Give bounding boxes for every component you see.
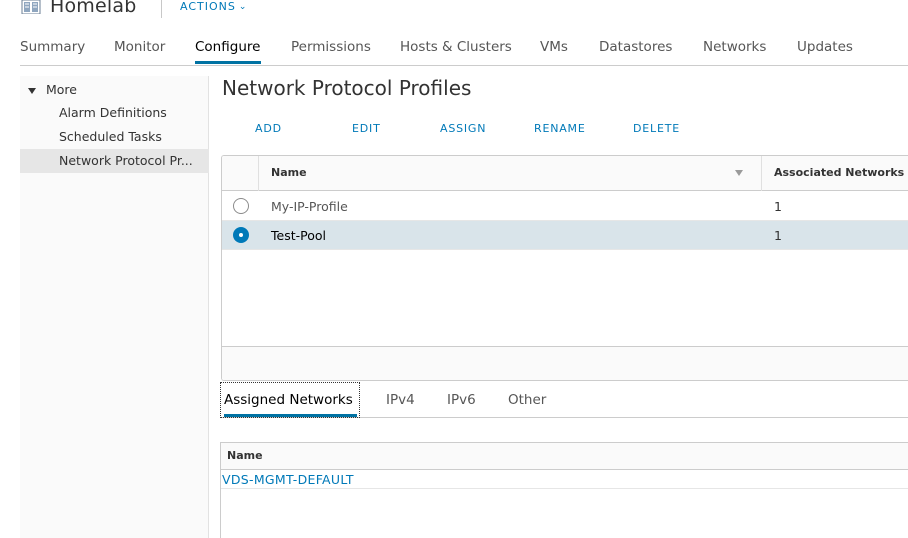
profiles-datagrid: Name Associated Networks Cou My-IP-Profi…	[221, 155, 908, 381]
tab-updates[interactable]: Updates	[797, 39, 853, 55]
associated-networks-count: 1	[774, 228, 782, 243]
column-header-label: Name	[271, 166, 307, 179]
assign-button[interactable]: ASSIGN	[440, 122, 486, 135]
grid-header: Name Associated Networks Cou	[222, 156, 908, 191]
tab-vms[interactable]: VMs	[540, 39, 568, 55]
column-header-name[interactable]: Name	[259, 156, 762, 191]
grid-header: Name	[221, 443, 908, 470]
sidebar-item-scheduled-tasks[interactable]: Scheduled Tasks	[20, 125, 209, 149]
header-divider	[161, 0, 162, 18]
sidebar-group-label: More	[46, 82, 77, 97]
actions-menu-button[interactable]: ACTIONS ⌄	[180, 0, 247, 13]
tab-summary[interactable]: Summary	[20, 39, 85, 55]
table-row[interactable]: My-IP-Profile 1	[222, 192, 908, 221]
column-header-label: Associated Networks Cou	[774, 166, 908, 179]
grid-toolbar: ADD EDIT ASSIGN RENAME DELETE	[222, 120, 722, 138]
sidebar-item-label: Network Protocol Pr...	[59, 153, 193, 168]
tab-permissions[interactable]: Permissions	[291, 39, 371, 55]
tab-assigned-networks[interactable]: Assigned Networks	[224, 392, 353, 408]
tab-other[interactable]: Other	[508, 392, 546, 408]
actions-label: ACTIONS	[180, 0, 236, 13]
tab-monitor[interactable]: Monitor	[114, 39, 165, 55]
network-link[interactable]: VDS-MGMT-DEFAULT	[222, 472, 354, 487]
sidebar-item-label: Scheduled Tasks	[59, 129, 162, 144]
filter-icon[interactable]	[735, 170, 743, 176]
sidebar-group-more[interactable]: More	[20, 80, 209, 100]
delete-button[interactable]: DELETE	[633, 122, 680, 135]
tab-configure[interactable]: Configure	[195, 39, 260, 55]
grid-footer	[222, 346, 908, 380]
active-tab-indicator	[224, 414, 357, 417]
object-header: Homelab ACTIONS ⌄	[0, 0, 908, 22]
chevron-down-icon: ⌄	[238, 2, 248, 12]
tab-hosts-clusters[interactable]: Hosts & Clusters	[400, 39, 512, 55]
sidebar-item-alarm-definitions[interactable]: Alarm Definitions	[20, 101, 209, 125]
caret-down-icon	[28, 88, 36, 94]
edit-button[interactable]: EDIT	[352, 122, 381, 135]
sidebar-item-label: Alarm Definitions	[59, 105, 167, 120]
rename-button[interactable]: RENAME	[534, 122, 586, 135]
configure-sidebar: More Alarm Definitions Scheduled Tasks N…	[20, 76, 209, 538]
detail-tabs: Assigned Networks IPv4 IPv6 Other	[220, 382, 908, 418]
row-radio-button[interactable]	[233, 227, 249, 243]
column-header-name[interactable]: Name	[227, 449, 263, 462]
object-tabs: Summary Monitor Configure Permissions Ho…	[20, 38, 908, 66]
tab-networks[interactable]: Networks	[703, 39, 766, 55]
tab-datastores[interactable]: Datastores	[599, 39, 672, 55]
select-column-header	[222, 156, 259, 191]
profile-name: My-IP-Profile	[271, 199, 348, 214]
table-row: VDS-MGMT-DEFAULT	[221, 470, 908, 489]
assigned-networks-grid: Name VDS-MGMT-DEFAULT	[220, 442, 908, 538]
profile-name: Test-Pool	[271, 228, 326, 243]
tab-ipv4[interactable]: IPv4	[386, 392, 415, 408]
sidebar-item-network-protocol-profiles[interactable]: Network Protocol Pr...	[20, 149, 209, 173]
table-row[interactable]: Test-Pool 1	[222, 221, 908, 250]
datacenter-icon	[21, 0, 41, 14]
object-title: Homelab	[50, 0, 137, 17]
add-button[interactable]: ADD	[255, 122, 282, 135]
tab-ipv6[interactable]: IPv6	[447, 392, 476, 408]
associated-networks-count: 1	[774, 199, 782, 214]
active-tab-indicator	[195, 61, 261, 64]
row-radio-button[interactable]	[233, 198, 249, 214]
page-title: Network Protocol Profiles	[222, 76, 472, 100]
